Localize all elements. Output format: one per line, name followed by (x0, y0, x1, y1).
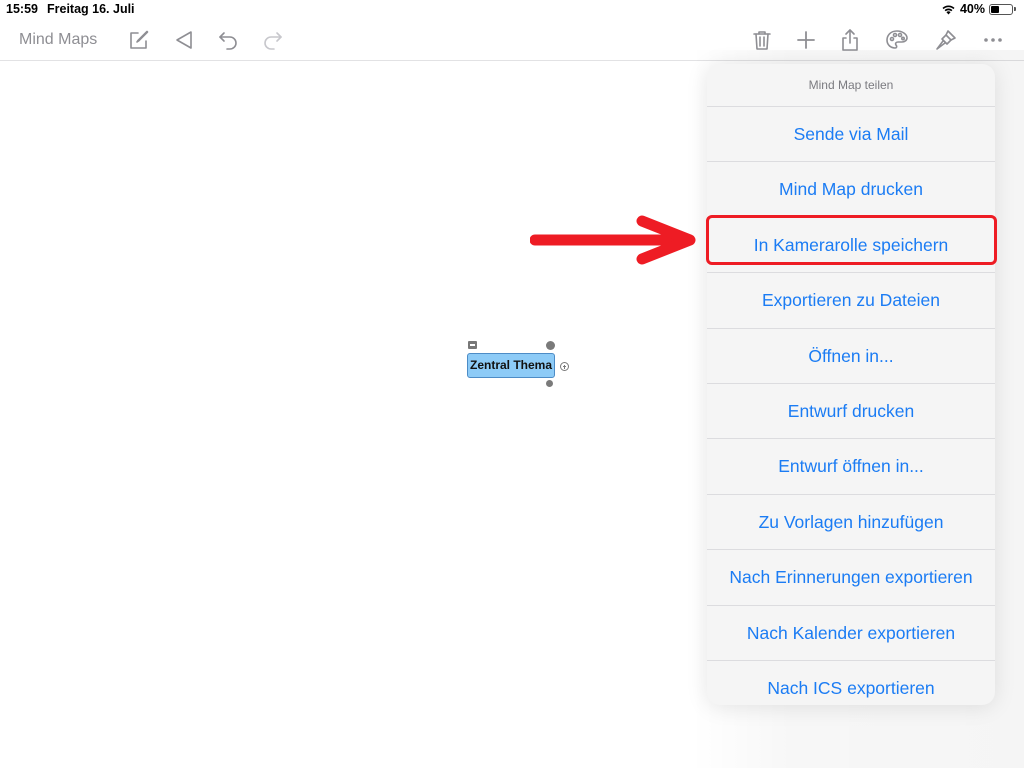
battery-level-fill (991, 5, 999, 13)
battery-tip (1014, 7, 1016, 11)
redo-icon[interactable] (261, 28, 285, 52)
battery-percent: 40% (959, 2, 985, 16)
format-brush-icon[interactable] (934, 28, 958, 52)
menu-item-export-reminders[interactable]: Nach Erinnerungen exportieren (707, 550, 995, 606)
add-icon[interactable] (794, 28, 818, 52)
menu-item-print-draft[interactable]: Entwurf drucken (707, 384, 995, 440)
status-time: 15:59 (6, 2, 38, 16)
share-icon[interactable] (838, 28, 862, 52)
add-child-icon[interactable] (560, 362, 569, 371)
back-triangle-icon[interactable] (172, 28, 196, 52)
app-title[interactable]: Mind Maps (19, 31, 97, 49)
battery-icon (989, 3, 1013, 15)
menu-item-export-calendar[interactable]: Nach Kalender exportieren (707, 606, 995, 661)
menu-item-send-mail[interactable]: Sende via Mail (707, 107, 995, 163)
status-indicators: 40% (941, 2, 1016, 16)
popover-header: Mind Map teilen (707, 64, 995, 107)
undo-icon[interactable] (216, 28, 240, 52)
node-menu-handle-icon[interactable] (468, 341, 477, 349)
menu-item-print-mindmap[interactable]: Mind Map drucken (707, 162, 995, 218)
node-top-handle-icon[interactable] (546, 341, 555, 350)
highlight-box (706, 215, 997, 265)
menu-item-add-to-templates[interactable]: Zu Vorlagen hinzufügen (707, 495, 995, 551)
status-date: Freitag 16. Juli (47, 2, 135, 16)
wifi-icon (942, 5, 955, 15)
more-icon[interactable] (981, 28, 1005, 52)
central-topic-node[interactable]: Zentral Thema (467, 353, 555, 378)
menu-item-export-ics[interactable]: Nach ICS exportieren (707, 661, 995, 705)
compose-icon[interactable] (127, 28, 151, 52)
node-bottom-handle-icon[interactable] (546, 380, 553, 387)
mind-map-node-group: Zentral Thema (458, 338, 578, 390)
menu-item-open-in[interactable]: Öffnen in... (707, 329, 995, 384)
status-bar: 15:59 Freitag 16. Juli 40% (0, 0, 1024, 20)
red-arrow-icon (530, 215, 696, 265)
palette-icon[interactable] (885, 28, 909, 52)
share-popover: Mind Map teilen Sende via Mail Mind Map … (707, 64, 995, 705)
trash-icon[interactable] (750, 28, 774, 52)
menu-item-export-files[interactable]: Exportieren zu Dateien (707, 273, 995, 329)
menu-item-open-draft-in[interactable]: Entwurf öffnen in... (707, 439, 995, 495)
